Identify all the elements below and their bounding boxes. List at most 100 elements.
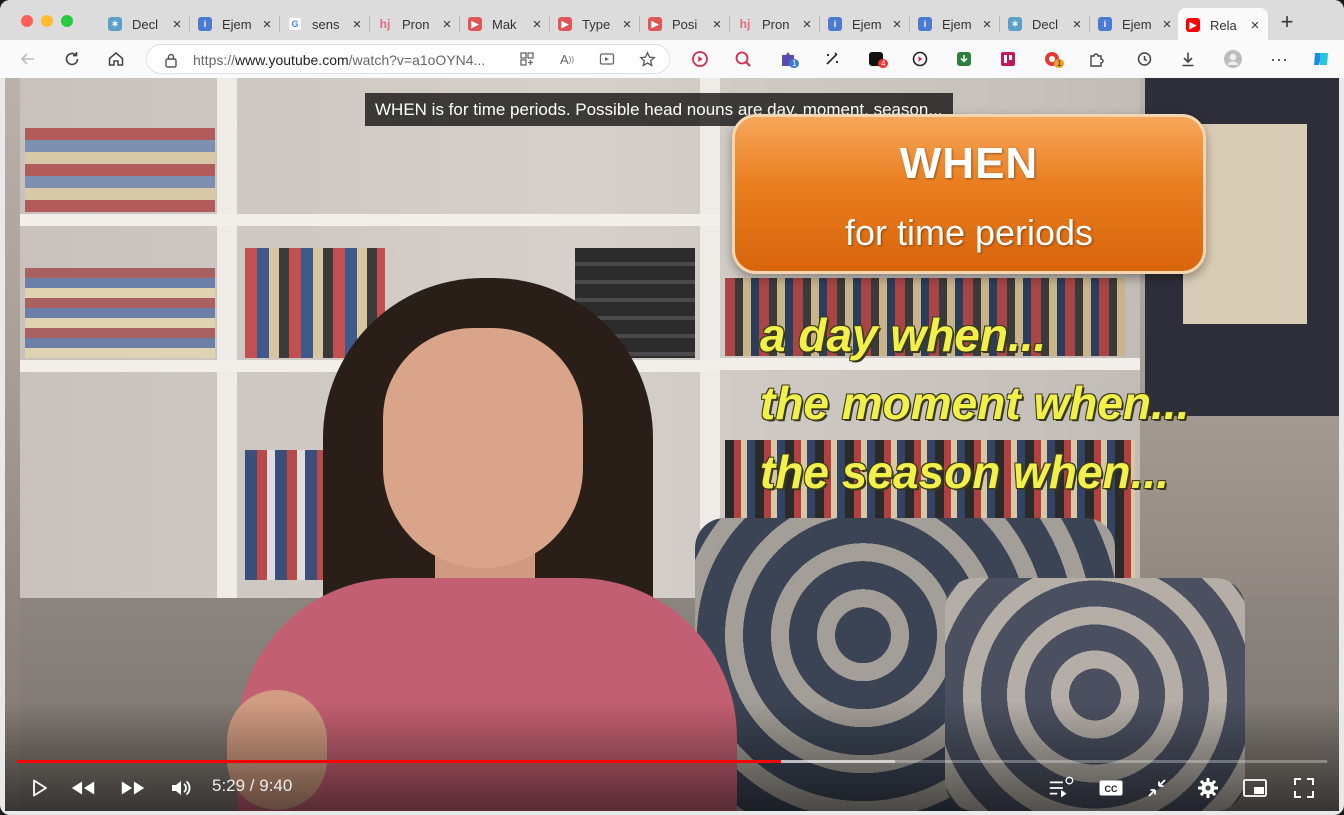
immersive-reader-icon[interactable] xyxy=(597,49,617,69)
close-tab-icon[interactable]: × xyxy=(620,16,634,33)
fast-forward-button[interactable] xyxy=(119,774,147,802)
close-tab-icon[interactable]: × xyxy=(170,16,184,33)
puzzle-extension-icon[interactable]: 1 xyxy=(778,49,800,69)
tab-5[interactable]: ▶ Mak × xyxy=(460,8,550,40)
history-icon[interactable] xyxy=(1134,49,1154,69)
tab-8[interactable]: hj Pron × xyxy=(730,8,820,40)
tab-title: Decl xyxy=(132,16,159,32)
extension-badge: 1 xyxy=(1054,59,1065,68)
close-tab-icon[interactable]: × xyxy=(1248,17,1262,34)
tab-title: Pron xyxy=(402,16,430,32)
autoplay-settings-button[interactable] xyxy=(1047,774,1075,802)
tab-7[interactable]: ▶ Posi × xyxy=(640,8,730,40)
tab-title: Decl xyxy=(1032,16,1059,32)
tab-title: Pron xyxy=(762,16,790,32)
tab-title: Posi xyxy=(672,16,698,32)
extensions-puzzle-icon[interactable] xyxy=(1086,49,1106,69)
read-aloud-icon[interactable]: A)) xyxy=(557,49,577,69)
youtube-icon: ▶ xyxy=(558,17,572,31)
star-icon: ✶ xyxy=(1008,17,1022,31)
tab-title: Ejem xyxy=(1122,16,1152,32)
star-icon: ✶ xyxy=(108,17,122,31)
volume-button[interactable] xyxy=(167,774,195,802)
card-title: WHEN xyxy=(899,139,1039,188)
tab-9[interactable]: i Ejem × xyxy=(820,8,910,40)
browser-window: ✶ Decl × i Ejem × G sens × hj Pron × ▶ M… xyxy=(0,0,1344,815)
lock-icon[interactable] xyxy=(161,50,181,70)
tab-6[interactable]: ▶ Type × xyxy=(550,8,640,40)
tab-2[interactable]: i Ejem × xyxy=(190,8,280,40)
example-phrase: the moment when... xyxy=(760,377,1190,429)
copilot-icon[interactable] xyxy=(1311,49,1331,69)
close-tab-icon[interactable]: × xyxy=(980,16,994,33)
profile-avatar-icon[interactable] xyxy=(1223,49,1243,69)
minimize-window-button[interactable] xyxy=(41,15,53,27)
back-arrow-icon[interactable] xyxy=(18,49,38,69)
settings-gear-icon[interactable] xyxy=(1194,774,1222,802)
card-subtitle: for time periods xyxy=(844,212,1094,253)
close-tab-icon[interactable]: × xyxy=(1070,16,1084,33)
close-tab-icon[interactable]: × xyxy=(440,16,454,33)
downloads-icon[interactable] xyxy=(1178,49,1198,69)
tab-12[interactable]: i Ejem × xyxy=(1090,8,1180,40)
played-bar xyxy=(17,760,782,763)
home-icon[interactable] xyxy=(106,49,126,69)
youtube-icon: ▶ xyxy=(1186,18,1200,32)
tab-1[interactable]: ✶ Decl × xyxy=(100,8,190,40)
tab-4[interactable]: hj Pron × xyxy=(370,8,460,40)
record-extension-icon[interactable]: 1 xyxy=(1042,49,1065,69)
download-extension-icon[interactable] xyxy=(954,49,974,69)
info-icon: i xyxy=(1098,17,1112,31)
controls-shade xyxy=(5,701,1339,811)
tab-strip: ✶ Decl × i Ejem × G sens × hj Pron × ▶ M… xyxy=(0,0,1344,42)
subtitles-cc-button[interactable]: CC xyxy=(1097,774,1125,802)
tab-3[interactable]: G sens × xyxy=(280,8,370,40)
play-button[interactable] xyxy=(25,774,53,802)
browser-toolbar: https://www.youtube.com/watch?v=a1oOYN4.… xyxy=(0,40,1344,78)
tab-title: sens xyxy=(312,16,340,32)
exit-theater-button[interactable] xyxy=(1143,774,1171,802)
hj-icon: hj xyxy=(379,17,391,31)
tab-11[interactable]: ✶ Decl × xyxy=(1000,8,1090,40)
close-tab-icon[interactable]: × xyxy=(260,16,274,33)
close-tab-icon[interactable]: × xyxy=(800,16,814,33)
progress-bar[interactable] xyxy=(17,760,1327,763)
reload-icon[interactable] xyxy=(62,49,82,69)
fullscreen-button[interactable] xyxy=(1290,774,1318,802)
close-tab-icon[interactable]: × xyxy=(530,16,544,33)
search-extension-icon[interactable] xyxy=(733,49,753,69)
app-available-icon[interactable] xyxy=(517,49,537,69)
tab-title: Ejem xyxy=(222,16,252,32)
favorite-star-icon[interactable] xyxy=(637,49,657,69)
pink-extension-icon[interactable] xyxy=(998,49,1018,69)
google-icon: G xyxy=(288,17,302,31)
lesson-title-card: WHEN for time periods xyxy=(732,114,1206,274)
time-display: 5:29 / 9:40 xyxy=(212,776,293,795)
close-tab-icon[interactable]: × xyxy=(890,16,904,33)
close-tab-icon[interactable]: × xyxy=(350,16,364,33)
magic-wand-icon[interactable] xyxy=(822,49,842,69)
close-tab-icon[interactable]: × xyxy=(1160,16,1174,33)
close-tab-icon[interactable]: × xyxy=(710,16,724,33)
tab-active[interactable]: ▶ Rela × xyxy=(1178,8,1268,42)
example-phrase: a day when... xyxy=(760,309,1047,361)
youtube-play-extension-icon[interactable] xyxy=(690,49,710,69)
shelf-post xyxy=(217,78,237,608)
url-text: https://www.youtube.com/watch?v=a1oOYN4.… xyxy=(193,52,486,68)
miniplayer-button[interactable] xyxy=(1241,774,1269,802)
video-player[interactable]: WHEN is for time periods. Possible head … xyxy=(5,78,1339,811)
video-extension-icon[interactable] xyxy=(910,49,930,69)
rewind-button[interactable] xyxy=(69,774,97,802)
tab-title: Mak xyxy=(492,16,517,32)
new-tab-button[interactable]: + xyxy=(1276,11,1298,34)
more-menu-icon[interactable]: ··· xyxy=(1269,49,1289,69)
dark-extension-icon[interactable]: 4 xyxy=(866,49,889,69)
tab-10[interactable]: i Ejem × xyxy=(910,8,1000,40)
tab-title: Ejem xyxy=(852,16,882,32)
youtube-icon: ▶ xyxy=(648,17,662,31)
address-bar[interactable]: https://www.youtube.com/watch?v=a1oOYN4.… xyxy=(146,44,670,74)
shelf-board xyxy=(20,214,720,226)
close-window-button[interactable] xyxy=(21,15,33,27)
tab-title: Ejem xyxy=(942,16,972,32)
maximize-window-button[interactable] xyxy=(61,15,73,27)
